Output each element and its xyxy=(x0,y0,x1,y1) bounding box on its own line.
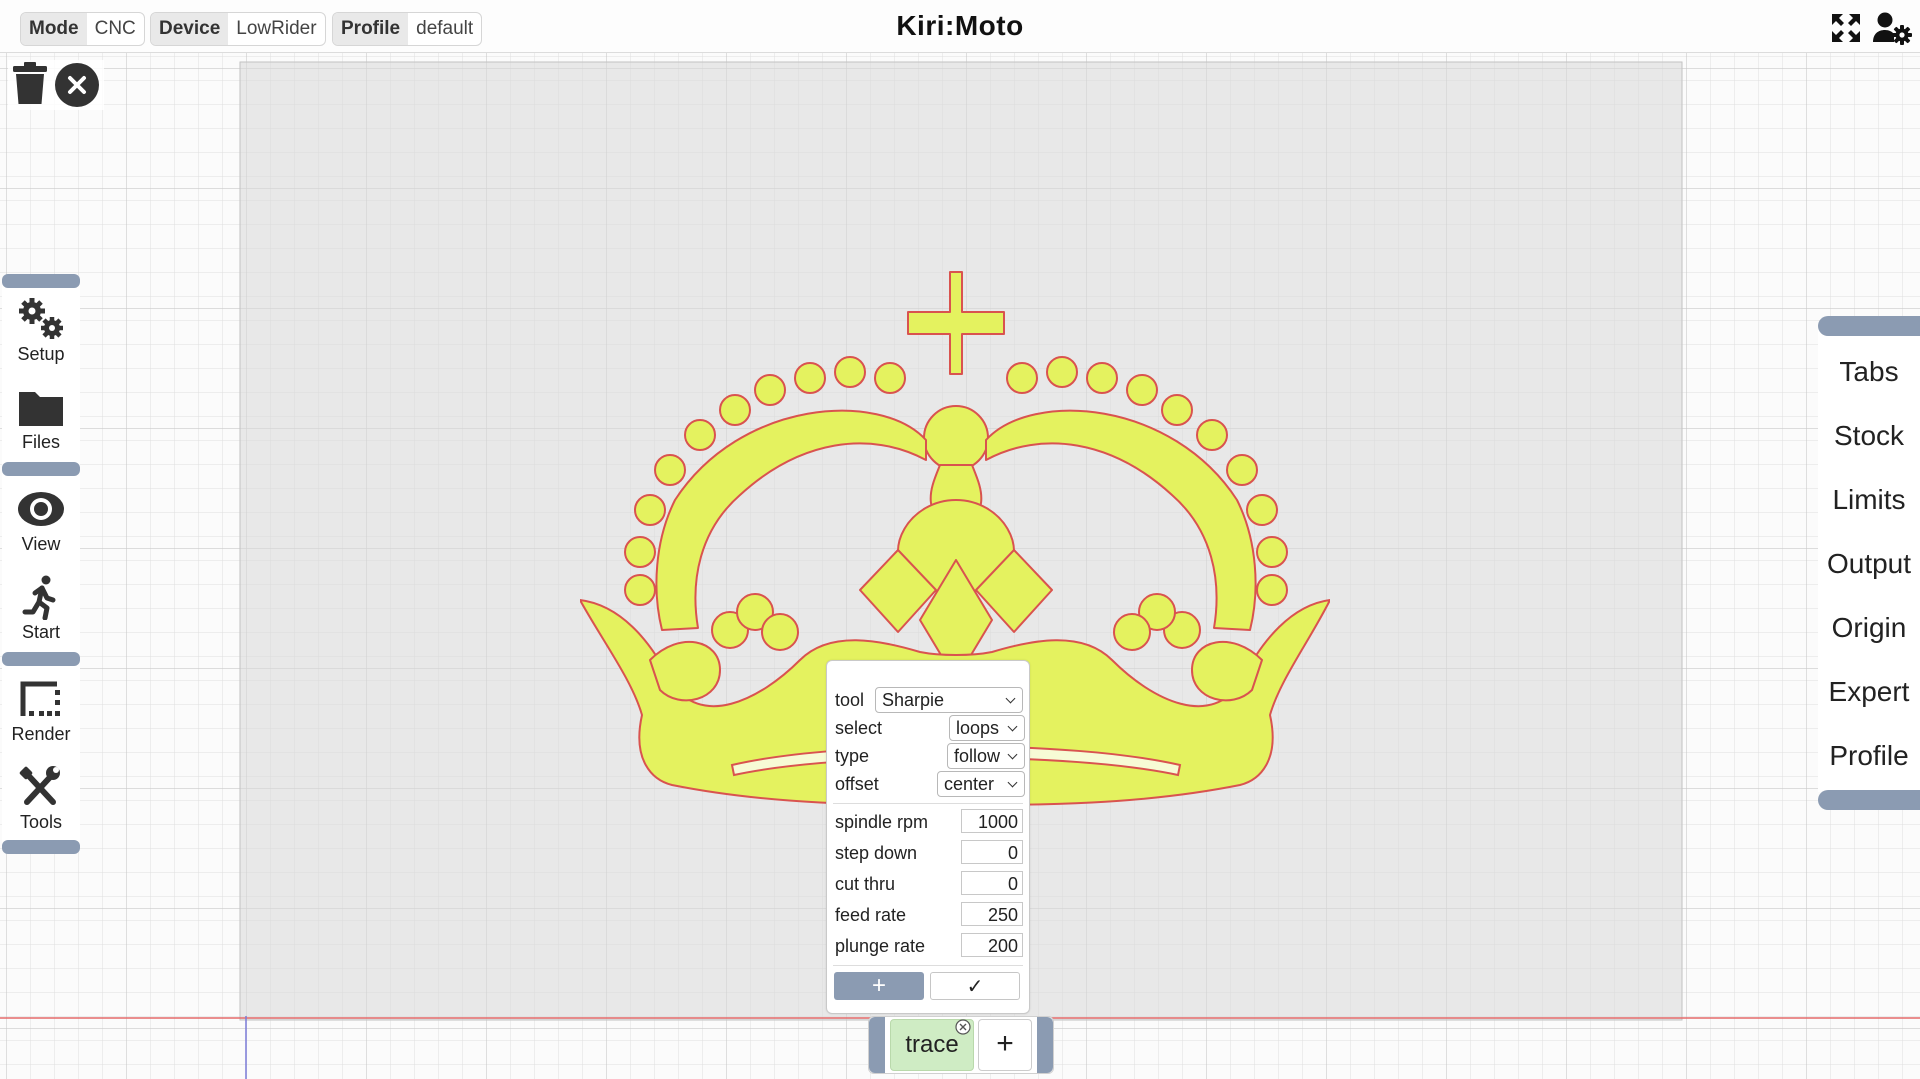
top-bar: Mode CNC Device LowRider Profile default… xyxy=(0,0,1920,53)
tool-label: tool xyxy=(835,690,865,710)
dock-item-tools[interactable]: Tools xyxy=(2,756,80,840)
quick-actions xyxy=(8,60,104,110)
left-dock-divider xyxy=(2,652,80,666)
stepdown-row: step down 0 xyxy=(831,840,1025,866)
plunge-input[interactable]: 200 xyxy=(961,933,1023,957)
right-dock-limits[interactable]: Limits xyxy=(1818,475,1920,525)
cutthru-label: cut thru xyxy=(835,874,896,894)
dock-label-view: View xyxy=(21,534,61,554)
offset-label: offset xyxy=(835,774,879,794)
right-dock-origin[interactable]: Origin xyxy=(1818,603,1920,653)
spindle-input[interactable]: 1000 xyxy=(961,809,1023,833)
right-dock-profile[interactable]: Profile xyxy=(1818,731,1920,781)
dock-item-render[interactable]: Render xyxy=(2,668,80,752)
dock-label-setup: Setup xyxy=(17,344,65,364)
close-circle-icon[interactable] xyxy=(54,62,100,108)
feed-row: feed rate 250 xyxy=(831,902,1025,928)
cutthru-row: cut thru 0 xyxy=(831,871,1025,897)
right-dock-top-bar xyxy=(1818,316,1920,336)
select-mode-select[interactable]: loops xyxy=(949,715,1025,741)
trash-icon[interactable] xyxy=(10,62,50,106)
dock-label-tools: Tools xyxy=(19,812,63,832)
spindle-label: spindle rpm xyxy=(835,812,929,832)
type-row: type follow xyxy=(831,743,1025,769)
tools-icon xyxy=(19,766,60,805)
dock-label-start: Start xyxy=(21,622,60,642)
left-dock-bottom-bar xyxy=(2,840,80,854)
right-dock-expert[interactable]: Expert xyxy=(1818,667,1920,717)
select-row: select loops xyxy=(831,715,1025,741)
popup-divider xyxy=(833,803,1023,804)
trace-op-popup: tool Sharpie select loops type follow of… xyxy=(826,660,1030,1014)
right-dock-tabs[interactable]: Tabs xyxy=(1818,347,1920,397)
left-dock-top-bar xyxy=(2,274,80,288)
plunge-label: plunge rate xyxy=(835,936,926,956)
dock-item-files[interactable]: Files xyxy=(2,376,80,460)
left-dock-divider xyxy=(2,462,80,476)
popup-divider xyxy=(833,965,1023,966)
fullscreen-icon[interactable] xyxy=(1828,10,1864,46)
remove-op-icon[interactable] xyxy=(955,1019,971,1035)
cutthru-input[interactable]: 0 xyxy=(961,871,1023,895)
tool-select[interactable]: Sharpie xyxy=(875,687,1023,713)
dock-item-start[interactable]: Start xyxy=(2,566,80,650)
right-dock-stock[interactable]: Stock xyxy=(1818,411,1920,461)
user-settings-icon[interactable] xyxy=(1872,10,1912,46)
stepdown-label: step down xyxy=(835,843,918,863)
plunge-row: plunge rate 200 xyxy=(831,933,1025,959)
feed-label: feed rate xyxy=(835,905,907,925)
folder-icon xyxy=(19,392,63,426)
dotted-square-icon xyxy=(20,681,60,716)
offset-select[interactable]: center xyxy=(937,771,1025,797)
gears-icon xyxy=(19,298,63,339)
select-label: select xyxy=(835,718,883,738)
feed-input[interactable]: 250 xyxy=(961,902,1023,926)
add-trace-button[interactable]: + xyxy=(834,972,924,1000)
type-label: type xyxy=(835,746,870,766)
dock-label-files: Files xyxy=(21,432,60,452)
eye-icon xyxy=(18,492,64,526)
offset-row: offset center xyxy=(831,771,1025,797)
spindle-row: spindle rpm 1000 xyxy=(831,809,1025,835)
type-select[interactable]: follow xyxy=(947,743,1025,769)
right-dock-output[interactable]: Output xyxy=(1818,539,1920,589)
add-operation-button[interactable]: + xyxy=(978,1019,1032,1071)
dock-label-render: Render xyxy=(11,724,71,744)
confirm-button[interactable]: ✓ xyxy=(930,972,1020,1000)
dock-item-view[interactable]: View xyxy=(2,478,80,562)
right-dock-bottom-bar xyxy=(1818,790,1920,810)
stepdown-input[interactable]: 0 xyxy=(961,840,1023,864)
opbar-left-cap xyxy=(869,1017,885,1073)
running-person-icon xyxy=(22,575,56,620)
app-title: Kiri:Moto xyxy=(896,10,1024,41)
dock-item-setup[interactable]: Setup xyxy=(2,288,80,372)
tool-row: tool Sharpie xyxy=(831,687,1025,713)
opbar-right-cap xyxy=(1037,1017,1053,1073)
